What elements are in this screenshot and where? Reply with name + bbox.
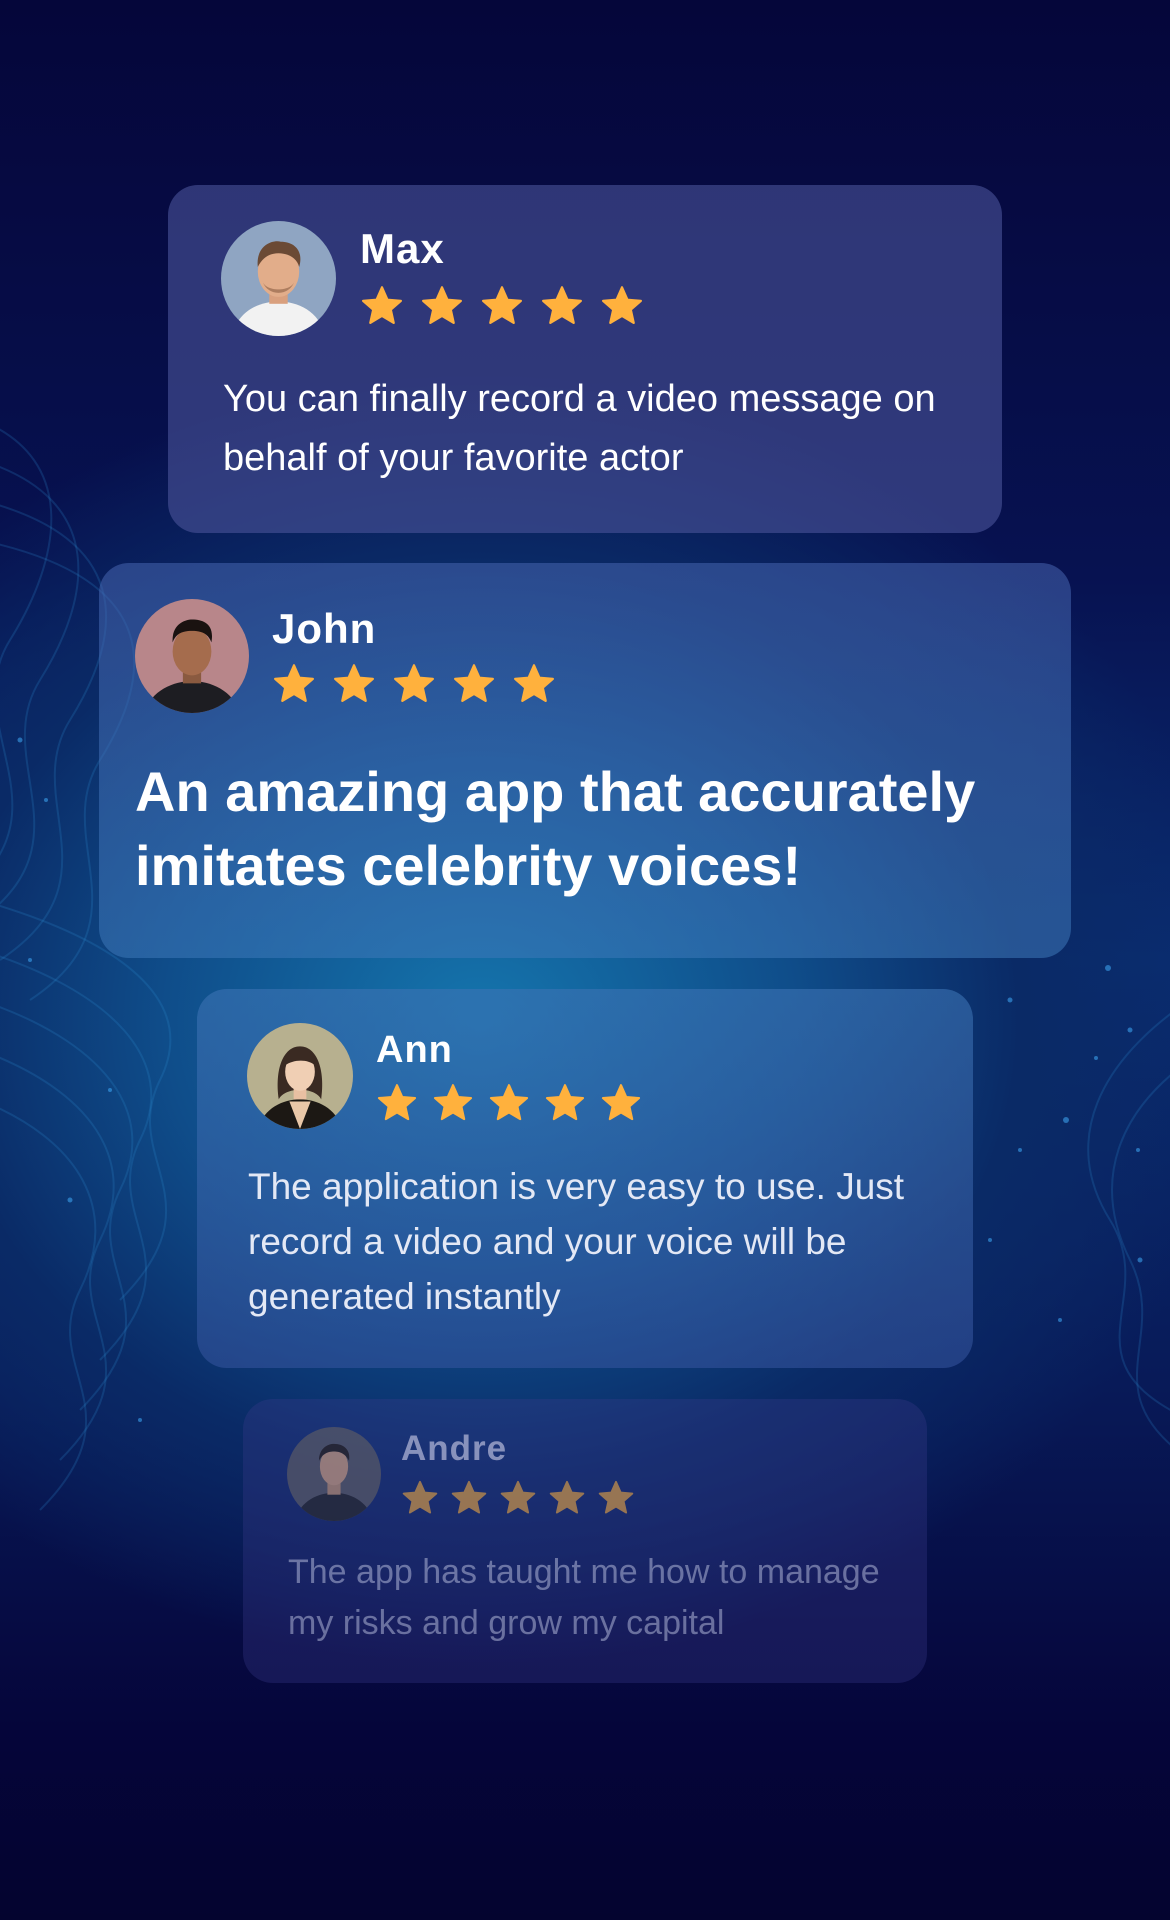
star-icon	[514, 664, 554, 702]
star-icon	[489, 1084, 529, 1121]
star-icon	[394, 664, 434, 702]
star-rating	[360, 284, 660, 328]
star-icon	[601, 1084, 641, 1121]
star-icon	[402, 1480, 438, 1514]
reviewer-name: Ann	[376, 1029, 453, 1071]
star-icon	[454, 664, 494, 702]
star-icon	[500, 1480, 536, 1514]
star-rating	[272, 662, 572, 706]
star-icon	[377, 1084, 417, 1121]
star-icon	[362, 286, 402, 324]
review-text: The application is very easy to use. Jus…	[248, 1166, 905, 1317]
star-icon	[274, 664, 314, 702]
review-text: You can finally record a video message o…	[223, 378, 936, 479]
star-icon	[602, 286, 642, 324]
star-icon	[334, 664, 374, 702]
review-card-faded: Andre The app has taught me how to manag…	[243, 1399, 927, 1683]
avatar	[135, 599, 249, 713]
star-icon	[433, 1084, 473, 1121]
review-card: Max You can finally record a video messa…	[168, 185, 1002, 533]
avatar	[247, 1023, 353, 1129]
reviewer-name: Andre	[401, 1429, 508, 1468]
review-card: Ann The application is very easy to use.…	[197, 989, 973, 1368]
star-rating	[401, 1479, 646, 1517]
star-icon	[598, 1480, 634, 1514]
star-icon	[422, 286, 462, 324]
star-icon	[451, 1480, 487, 1514]
avatar	[221, 221, 336, 336]
review-text: The app has taught me how to manage my r…	[288, 1553, 880, 1642]
star-icon	[549, 1480, 585, 1514]
star-icon	[542, 286, 582, 324]
star-icon	[545, 1084, 585, 1121]
review-text: An amazing app that accurately imitates …	[135, 760, 976, 897]
avatar	[287, 1427, 381, 1521]
star-rating	[376, 1082, 656, 1124]
review-card-featured: John An amazing app that accurately imit…	[99, 563, 1071, 958]
reviewer-name: Max	[360, 225, 445, 272]
reviewer-name: John	[272, 605, 377, 652]
star-icon	[482, 286, 522, 324]
